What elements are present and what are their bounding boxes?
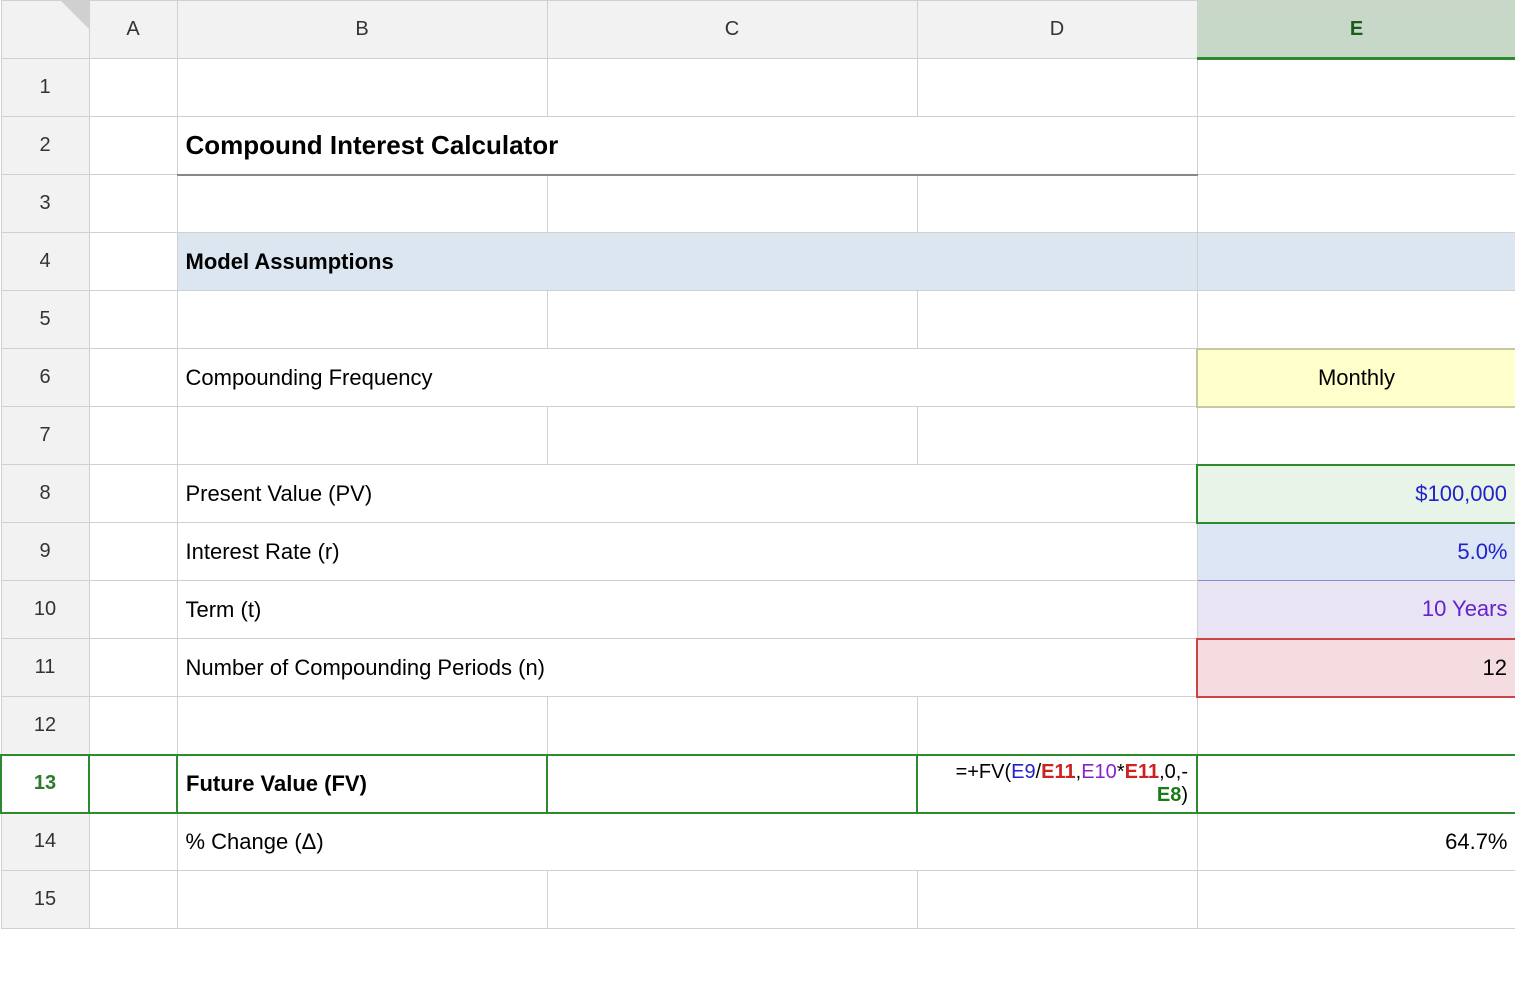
cell-b12[interactable] — [177, 697, 547, 755]
cell-c7[interactable] — [547, 407, 917, 465]
cell-a7[interactable] — [89, 407, 177, 465]
cell-e1[interactable] — [1197, 59, 1515, 117]
cell-c1[interactable] — [547, 59, 917, 117]
cell-a1[interactable] — [89, 59, 177, 117]
compounding-frequency-label: Compounding Frequency — [177, 349, 1197, 407]
cell-b1[interactable] — [177, 59, 547, 117]
row-10: 10 Term (t) 10 Years — [1, 581, 1515, 639]
cell-b3[interactable] — [177, 175, 547, 233]
cell-a4[interactable] — [89, 233, 177, 291]
cell-e3[interactable] — [1197, 175, 1515, 233]
row-num-9: 9 — [1, 523, 89, 581]
cell-b5[interactable] — [177, 291, 547, 349]
cell-d15[interactable] — [917, 871, 1197, 929]
col-c-header[interactable]: C — [547, 1, 917, 59]
cell-a15[interactable] — [89, 871, 177, 929]
row-num-5: 5 — [1, 291, 89, 349]
cell-term[interactable]: 10 Years — [1197, 581, 1515, 639]
row-num-14: 14 — [1, 813, 89, 871]
cell-n[interactable]: 12 — [1197, 639, 1515, 697]
row-15: 15 — [1, 871, 1515, 929]
cell-e15[interactable] — [1197, 871, 1515, 929]
row-num-4: 4 — [1, 233, 89, 291]
cell-a9[interactable] — [89, 523, 177, 581]
cell-pv[interactable]: $100,000 — [1197, 465, 1515, 523]
col-b-header[interactable]: B — [177, 1, 547, 59]
row-6: 6 Compounding Frequency Monthly — [1, 349, 1515, 407]
col-a-header[interactable]: A — [89, 1, 177, 59]
row-num-10: 10 — [1, 581, 89, 639]
corner-cell — [1, 1, 89, 59]
section-header-cell: Model Assumptions — [177, 233, 1197, 291]
row-num-6: 6 — [1, 349, 89, 407]
cell-a11[interactable] — [89, 639, 177, 697]
fv-label: Future Value (FV) — [177, 755, 547, 813]
cell-c15[interactable] — [547, 871, 917, 929]
pv-label: Present Value (PV) — [177, 465, 1197, 523]
cell-e12[interactable] — [1197, 697, 1515, 755]
cell-c12[interactable] — [547, 697, 917, 755]
cell-pct-change[interactable]: 64.7% — [1197, 813, 1515, 871]
row-num-2: 2 — [1, 117, 89, 175]
row-1: 1 — [1, 59, 1515, 117]
cell-a2[interactable] — [89, 117, 177, 175]
col-e-header[interactable]: E — [1197, 1, 1515, 59]
term-label: Term (t) — [177, 581, 1197, 639]
cell-e13[interactable] — [1197, 755, 1515, 813]
cell-e7[interactable] — [1197, 407, 1515, 465]
row-7: 7 — [1, 407, 1515, 465]
pct-change-label: % Change (Δ) — [177, 813, 1197, 871]
row-num-8: 8 — [1, 465, 89, 523]
row-8: 8 Present Value (PV) $100,000 — [1, 465, 1515, 523]
row-num-3: 3 — [1, 175, 89, 233]
cell-a8[interactable] — [89, 465, 177, 523]
row-14: 14 % Change (Δ) 64.7% — [1, 813, 1515, 871]
row-5: 5 — [1, 291, 1515, 349]
cell-e4[interactable] — [1197, 233, 1515, 291]
cell-a14[interactable] — [89, 813, 177, 871]
cell-d3[interactable] — [917, 175, 1197, 233]
cell-a3[interactable] — [89, 175, 177, 233]
row-num-1: 1 — [1, 59, 89, 117]
n-label: Number of Compounding Periods (n) — [177, 639, 1197, 697]
row-num-7: 7 — [1, 407, 89, 465]
cell-b15[interactable] — [177, 871, 547, 929]
cell-c3[interactable] — [547, 175, 917, 233]
cell-a6[interactable] — [89, 349, 177, 407]
cell-a5[interactable] — [89, 291, 177, 349]
fv-formula: =+FV(E9/E11,E10*E11,0,-E8) — [917, 755, 1197, 813]
cell-rate[interactable]: 5.0% — [1197, 523, 1515, 581]
cell-b7[interactable] — [177, 407, 547, 465]
column-headers: A B C D E — [1, 1, 1515, 59]
row-9: 9 Interest Rate (r) 5.0% — [1, 523, 1515, 581]
cell-d5[interactable] — [917, 291, 1197, 349]
row-3: 3 — [1, 175, 1515, 233]
col-d-header[interactable]: D — [917, 1, 1197, 59]
rate-label: Interest Rate (r) — [177, 523, 1197, 581]
cell-e2[interactable] — [1197, 117, 1515, 175]
cell-a13[interactable] — [89, 755, 177, 813]
cell-c13[interactable] — [547, 755, 917, 813]
cell-d12[interactable] — [917, 697, 1197, 755]
row-11: 11 Number of Compounding Periods (n) 12 — [1, 639, 1515, 697]
cell-d1[interactable] — [917, 59, 1197, 117]
cell-a10[interactable] — [89, 581, 177, 639]
row-2: 2 Compound Interest Calculator — [1, 117, 1515, 175]
cell-a12[interactable] — [89, 697, 177, 755]
row-4: 4 Model Assumptions — [1, 233, 1515, 291]
formula-text: =+FV(E9/E11,E10*E11,0,-E8) — [956, 761, 1188, 806]
row-num-15: 15 — [1, 871, 89, 929]
row-num-11: 11 — [1, 639, 89, 697]
cell-d7[interactable] — [917, 407, 1197, 465]
row-num-13: 13 — [1, 755, 89, 813]
cell-e5[interactable] — [1197, 291, 1515, 349]
row-13: 13 Future Value (FV) =+FV(E9/E11,E10*E11… — [1, 755, 1515, 813]
cell-monthly[interactable]: Monthly — [1197, 349, 1515, 407]
row-12: 12 — [1, 697, 1515, 755]
title-cell: Compound Interest Calculator — [177, 117, 1197, 175]
row-num-12: 12 — [1, 697, 89, 755]
cell-c5[interactable] — [547, 291, 917, 349]
